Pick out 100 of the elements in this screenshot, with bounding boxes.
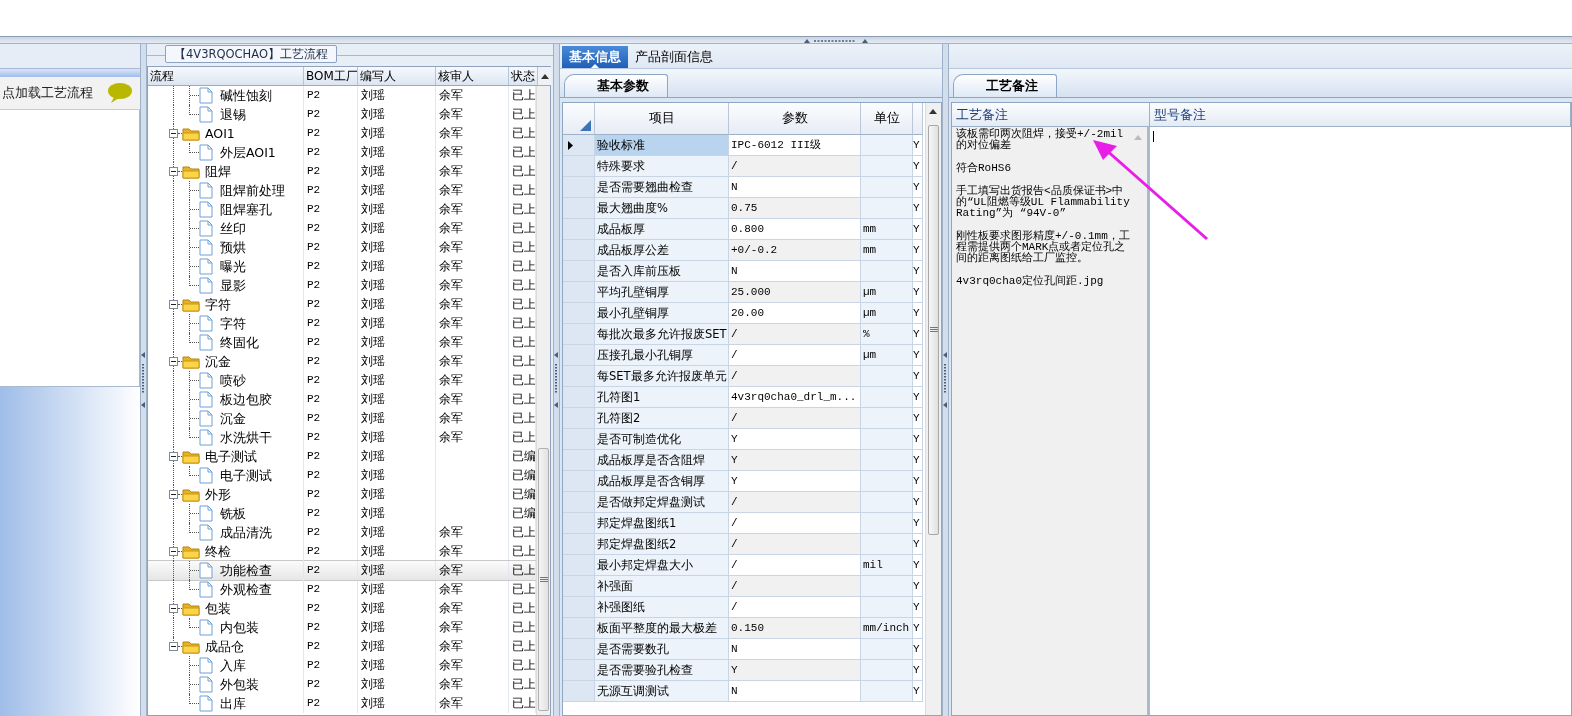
column-header[interactable]: 状态 [509, 67, 538, 86]
tree-row[interactable]: 外形 P2 刘瑶 已编 [148, 485, 536, 504]
table-cell[interactable]: 补强图纸 [595, 597, 729, 618]
table-cell[interactable]: 每批次最多允许报废SET [595, 324, 729, 345]
tree-row[interactable]: 退锡 P2 刘瑶 余军 已上 [148, 105, 536, 124]
table-cell[interactable]: / [729, 156, 861, 177]
collapse-icon[interactable] [169, 547, 178, 556]
table-cell[interactable]: 成品板厚是否含阻焊 [595, 450, 729, 471]
tree-row[interactable]: 电子测试 P2 刘瑶 已编 [148, 466, 536, 485]
table-cell[interactable]: 是否需要翘曲检查 [595, 177, 729, 198]
tree-row[interactable]: 沉金 P2 刘瑶 余军 已上 [148, 352, 536, 371]
table-cell[interactable]: Y [913, 534, 923, 555]
table-cell[interactable]: Y [729, 429, 861, 450]
tab[interactable]: 产品剖面信息 [628, 46, 720, 68]
splitter-grip-icon[interactable] [554, 352, 559, 408]
tree-row[interactable]: 碱性蚀刻 P2 刘瑶 余军 已上 [148, 86, 536, 105]
table-cell[interactable]: mm [861, 240, 913, 261]
table-cell[interactable]: 板面平整度的最大极差 [595, 618, 729, 639]
table-cell[interactable]: Y [913, 303, 923, 324]
table-cell[interactable]: 20.00 [729, 303, 861, 324]
tree-row[interactable]: 终固化 P2 刘瑶 余军 已上 [148, 333, 536, 352]
column-header[interactable]: 流程 [148, 67, 304, 86]
table-cell[interactable]: / [729, 408, 861, 429]
table-cell[interactable]: % [861, 324, 913, 345]
tab[interactable]: 基本参数 [564, 74, 668, 97]
table-cell[interactable]: / [729, 366, 861, 387]
table-cell[interactable]: 最小邦定焊盘大小 [595, 555, 729, 576]
tree-row[interactable]: 外观检查 P2 刘瑶 余军 已上 [148, 580, 536, 599]
table-cell[interactable]: µm [861, 345, 913, 366]
table-cell[interactable]: 0.800 [729, 219, 861, 240]
table-cell[interactable]: 成品板厚 [595, 219, 729, 240]
table-cell[interactable]: Y [913, 618, 923, 639]
scrollbar[interactable] [536, 86, 550, 715]
tree-row[interactable]: 喷砂 P2 刘瑶 余军 已上 [148, 371, 536, 390]
table-cell[interactable]: Y [913, 450, 923, 471]
tree-row[interactable]: 成品清洗 P2 刘瑶 余军 已上 [148, 523, 536, 542]
table-cell[interactable]: Y [913, 429, 923, 450]
table-cell[interactable]: 是否可制造优化 [595, 429, 729, 450]
table-cell[interactable]: 0.75 [729, 198, 861, 219]
table-cell[interactable]: mm/inch [861, 618, 913, 639]
table-cell[interactable]: Y [913, 597, 923, 618]
splitter-grip-icon[interactable] [804, 37, 868, 43]
scroll-up-icon[interactable] [929, 109, 937, 114]
collapse-icon[interactable] [169, 129, 178, 138]
collapse-icon[interactable] [169, 604, 178, 613]
table-cell[interactable]: N [729, 639, 861, 660]
remarks-field[interactable]: 该板需印两次阻焊，接受+/-2mil的对位偏差 符合RoHS6 手工填写出货报告<品质保证书>中的“UL阻燃等级UL Flammability Rating”为 “94V-0” 刚性板要求图形精度+/-0.1mm，工程需提供两个MARK点或者定位孔之间的距离图纸给工厂监控。 4v3rq0cha0定位孔间距.jpg [952, 127, 1150, 715]
column-header[interactable]: 核审人 [436, 67, 509, 86]
column-header[interactable]: 型号备注 [1150, 103, 1571, 127]
table-cell[interactable]: 孔符图1 [595, 387, 729, 408]
table-cell[interactable]: 特殊要求 [595, 156, 729, 177]
table-cell[interactable]: Y [913, 408, 923, 429]
table-cell[interactable]: Y [913, 366, 923, 387]
table-cell[interactable]: / [729, 345, 861, 366]
table-cell[interactable]: Y [913, 345, 923, 366]
table-cell[interactable]: 每SET最多允许报废单元 [595, 366, 729, 387]
table-cell[interactable]: 补强面 [595, 576, 729, 597]
corner-icon[interactable] [580, 120, 591, 131]
table-cell[interactable]: 孔符图2 [595, 408, 729, 429]
column-header[interactable] [913, 103, 923, 135]
column-header[interactable]: 编写人 [358, 67, 436, 86]
table-cell[interactable]: Y [913, 177, 923, 198]
table-cell[interactable]: 无源互调测试 [595, 681, 729, 702]
table-cell[interactable]: Y [913, 639, 923, 660]
table-cell[interactable]: / [729, 576, 861, 597]
tree-row[interactable]: 预烘 P2 刘瑶 余军 已上 [148, 238, 536, 257]
table-cell[interactable]: Y [913, 513, 923, 534]
table-cell[interactable]: N [729, 681, 861, 702]
table-cell[interactable]: Y [913, 576, 923, 597]
tree-row[interactable]: 成品仓 P2 刘瑶 余军 已上 [148, 637, 536, 656]
tab[interactable]: 基本信息 [562, 46, 628, 68]
table-cell[interactable]: 是否入库前压板 [595, 261, 729, 282]
collapse-icon[interactable] [169, 357, 178, 366]
table-cell[interactable]: 4v3rq0cha0_drl_m... [729, 387, 861, 408]
tree-row[interactable]: 沉金 P2 刘瑶 余军 已上 [148, 409, 536, 428]
scrollbar[interactable] [925, 103, 941, 715]
table-cell[interactable]: 25.000 [729, 282, 861, 303]
table-cell[interactable]: N [729, 177, 861, 198]
table-cell[interactable]: / [729, 324, 861, 345]
table-cell[interactable]: 是否需要验孔检查 [595, 660, 729, 681]
table-cell[interactable]: / [729, 597, 861, 618]
table-cell[interactable]: Y [913, 555, 923, 576]
tree-row[interactable]: 铣板 P2 刘瑶 已编 [148, 504, 536, 523]
tree-row[interactable]: 阻焊 P2 刘瑶 余军 已上 [148, 162, 536, 181]
tree-row[interactable]: 入库 P2 刘瑶 余军 已上 [148, 656, 536, 675]
tree-row[interactable]: 阻焊塞孔 P2 刘瑶 余军 已上 [148, 200, 536, 219]
tree-row[interactable]: 外层AOI1 P2 刘瑶 余军 已上 [148, 143, 536, 162]
table-cell[interactable]: IPC-6012 III级 [729, 135, 861, 156]
table-cell[interactable]: Y [729, 471, 861, 492]
column-header[interactable]: BOM工厂 [304, 67, 358, 86]
splitter-grip-icon[interactable] [943, 352, 948, 408]
table-cell[interactable]: Y [913, 219, 923, 240]
table-cell[interactable]: 成品板厚是否含铜厚 [595, 471, 729, 492]
collapse-icon[interactable] [169, 452, 178, 461]
collapse-icon[interactable] [169, 167, 178, 176]
table-cell[interactable]: 验收标准 [595, 135, 729, 156]
tab[interactable]: 工艺备注 [953, 74, 1057, 97]
collapse-icon[interactable] [169, 490, 178, 499]
table-cell[interactable]: / [729, 555, 861, 576]
table-cell[interactable]: 是否做邦定焊盘测试 [595, 492, 729, 513]
